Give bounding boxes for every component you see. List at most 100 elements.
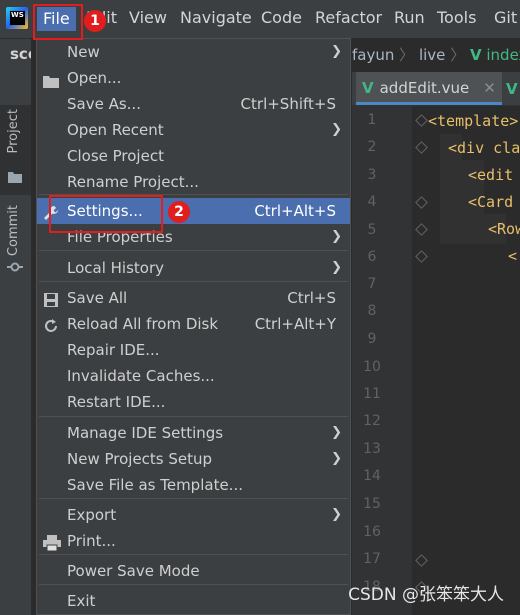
line-number: 15	[363, 496, 381, 512]
menu-item-label: Manage IDE Settings	[67, 424, 224, 442]
line-number: 13	[363, 441, 381, 457]
menu-item-invalidate-caches[interactable]: Invalidate Caches...	[37, 363, 350, 389]
breadcrumb-item-live[interactable]: live	[419, 46, 445, 64]
menu-item-label: Exit	[67, 592, 96, 610]
menu-item-label: Close Project	[67, 147, 164, 165]
menu-item-shortcut: Ctrl+Alt+S	[254, 202, 336, 220]
line-number: 6	[367, 249, 377, 265]
menu-item-label: Reload All from Disk	[67, 315, 219, 333]
folder-icon	[8, 172, 22, 183]
menu-separator	[39, 584, 348, 585]
line-number: 3	[367, 167, 377, 183]
menu-item-save-file-as-template[interactable]: Save File as Template...	[37, 472, 350, 498]
app-icon-text: WS	[10, 11, 25, 25]
folder-icon	[43, 70, 59, 88]
menu-separator	[39, 281, 348, 282]
breadcrumb: fayun 〉 live 〉 V index.v	[352, 44, 520, 65]
menu-item-label: Save All	[67, 289, 128, 307]
menu-git[interactable]: Git	[494, 8, 517, 28]
menu-item-rename-project[interactable]: Rename Project...	[37, 169, 350, 195]
menu-item-reload-all-from-disk[interactable]: Reload All from Disk Ctrl+Alt+Y	[37, 311, 350, 337]
menu-item-label: Repair IDE...	[67, 341, 160, 359]
menu-item-new[interactable]: New ❯	[37, 39, 350, 65]
chevron-right-icon: ❯	[331, 507, 342, 522]
print-icon	[43, 533, 61, 552]
menu-refactor[interactable]: Refactor	[315, 8, 382, 28]
webstorm-logo-icon: WS	[6, 7, 28, 29]
menu-item-label: Local History	[67, 259, 165, 277]
line-number: 17	[363, 551, 381, 567]
menu-tools[interactable]: Tools	[437, 8, 476, 28]
menu-item-label: New Projects Setup	[67, 450, 213, 468]
code-line-4[interactable]: <Card	[468, 193, 513, 211]
commit-tool-tab[interactable]: Commit	[0, 205, 31, 285]
project-tab-label: Project	[6, 109, 21, 154]
step-badge-2: 2	[168, 201, 190, 223]
code-line-3[interactable]: <edit	[468, 166, 513, 184]
chevron-right-icon: ❯	[331, 260, 342, 275]
menu-item-export[interactable]: Export ❯	[37, 502, 350, 528]
tab-label: addEdit.vue	[379, 79, 470, 97]
tab-addedit-vue[interactable]: VaddEdit.vue ✕	[356, 72, 502, 105]
breadcrumb-item-index[interactable]: index.v	[486, 46, 520, 64]
step-badge-1: 1	[84, 10, 106, 32]
line-number: 12	[363, 413, 381, 429]
tab-next-vue[interactable]: V	[506, 80, 518, 98]
menu-item-shortcut: Ctrl+Alt+Y	[254, 315, 336, 333]
menu-item-label: Export	[67, 506, 117, 524]
menu-separator	[39, 554, 348, 555]
menu-item-local-history[interactable]: Local History ❯	[37, 255, 350, 281]
watermark: CSDN @张笨笨大人	[348, 585, 504, 605]
menu-item-label: Save As...	[67, 95, 141, 113]
close-tab-icon[interactable]: ✕	[483, 79, 496, 97]
menu-item-power-save-mode[interactable]: Power Save Mode	[37, 558, 350, 584]
menu-item-open-recent[interactable]: Open Recent ❯	[37, 117, 350, 143]
menu-item-label: Power Save Mode	[67, 562, 200, 580]
menu-item-repair-ide[interactable]: Repair IDE...	[37, 337, 350, 363]
menu-view[interactable]: View	[129, 8, 167, 28]
menu-item-restart-ide[interactable]: Restart IDE...	[37, 389, 350, 415]
vue-file-icon: V	[362, 79, 374, 97]
vue-file-icon: V	[469, 46, 482, 64]
line-number: 16	[363, 524, 381, 540]
menu-item-label: Rename Project...	[67, 173, 199, 191]
menu-code[interactable]: Code	[261, 8, 302, 28]
line-number: 2	[367, 139, 377, 155]
code-line-2[interactable]: <div cla	[448, 139, 520, 157]
highlight-box-settings	[49, 195, 163, 233]
menu-item-open[interactable]: Open...	[37, 65, 350, 91]
line-number: 14	[363, 468, 381, 484]
code-line-6[interactable]: <	[508, 247, 517, 265]
menu-separator	[39, 416, 348, 417]
menu-item-manage-ide-settings[interactable]: Manage IDE Settings ❯	[37, 420, 350, 446]
line-number: 8	[367, 303, 377, 319]
chevron-right-icon: ❯	[331, 425, 342, 440]
menu-item-label: Save File as Template...	[67, 476, 243, 494]
project-tool-tab[interactable]: Project	[0, 105, 31, 195]
menu-item-label: Invalidate Caches...	[67, 367, 215, 385]
chevron-right-icon: ❯	[331, 44, 342, 59]
code-line-5[interactable]: <Row	[488, 220, 520, 238]
menu-item-new-projects-setup[interactable]: New Projects Setup ❯	[37, 446, 350, 472]
menu-item-label: Restart IDE...	[67, 393, 166, 411]
menu-navigate[interactable]: Navigate	[180, 8, 252, 28]
chevron-right-icon: ❯	[331, 122, 342, 137]
menu-separator	[39, 498, 348, 499]
menu-item-save-as[interactable]: Save As... Ctrl+Shift+S	[37, 91, 350, 117]
commit-tab-label: Commit	[6, 205, 21, 257]
menu-item-save-all[interactable]: Save All Ctrl+S	[37, 285, 350, 311]
menu-item-shortcut: Ctrl+Shift+S	[240, 95, 336, 113]
line-number: 10	[363, 359, 381, 375]
menu-separator	[39, 250, 348, 251]
menu-item-close-project[interactable]: Close Project	[37, 143, 350, 169]
menu-run[interactable]: Run	[394, 8, 425, 28]
reload-icon	[43, 316, 59, 332]
menu-item-print[interactable]: Print...	[37, 528, 350, 554]
menu-item-shortcut: Ctrl+S	[287, 289, 336, 307]
line-number: 11	[363, 386, 381, 402]
breadcrumb-item-fayun[interactable]: fayun	[352, 46, 394, 64]
code-line-1[interactable]: <template>	[428, 112, 518, 130]
line-number: 1	[367, 112, 377, 128]
menu-item-exit[interactable]: Exit	[37, 588, 350, 614]
menu-item-label: Print...	[67, 532, 116, 550]
